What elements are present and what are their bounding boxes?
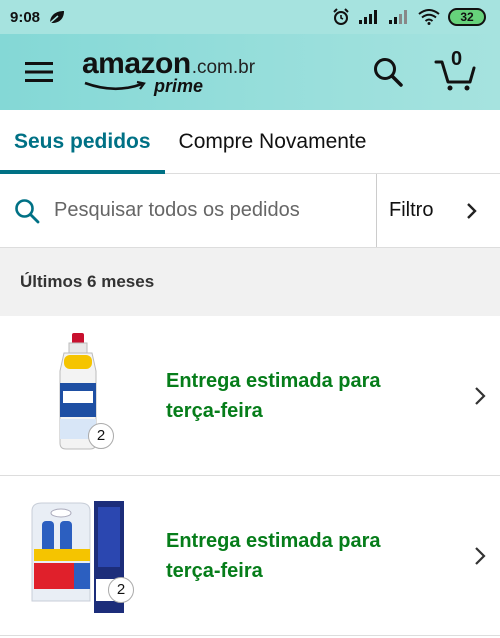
battery-level: 32 [460, 10, 474, 24]
order-status-line: Entrega estimada para [166, 529, 381, 552]
search-button[interactable] [372, 56, 404, 88]
search-icon [374, 58, 403, 87]
signal-icon [389, 10, 407, 24]
order-status: Entrega estimada para terça-feira [160, 366, 460, 426]
logo-prime: prime [154, 76, 204, 96]
tab-label: Compre Novamente [178, 129, 367, 153]
logo-domain: .com.br [191, 57, 256, 78]
section-header: Últimos 6 meses [0, 248, 500, 316]
status-time: 9:08 [10, 8, 41, 26]
search-input[interactable] [52, 198, 356, 223]
orders-tabs: Seus pedidos Compre Novamente [0, 110, 500, 174]
cart-button[interactable]: 0 [434, 48, 478, 92]
filter-button[interactable]: Filtro [376, 174, 500, 247]
logo-word: amazon [82, 47, 191, 80]
status-bar: 9:08 32 [0, 0, 500, 34]
product-image-art [31, 500, 124, 613]
order-status-line: terça-feira [166, 559, 263, 582]
wifi-icon [418, 9, 440, 25]
section-title: Últimos 6 meses [20, 272, 155, 291]
tab-seus-pedidos[interactable]: Seus pedidos [0, 110, 165, 174]
menu-button[interactable] [22, 55, 56, 89]
chevron-right-icon [475, 546, 486, 565]
order-chevron [460, 386, 500, 406]
search-icon [15, 198, 40, 223]
quantity-badge: 2 [88, 422, 114, 449]
cart-count: 0 [451, 48, 463, 70]
search-box[interactable] [0, 174, 376, 247]
header-actions: 0 [372, 48, 478, 92]
order-status-line: Entrega estimada para [166, 369, 381, 392]
quantity-badge: 2 [108, 576, 134, 603]
logo-sub: prime [82, 77, 255, 95]
status-bar-left: 9:08 [10, 9, 66, 26]
status-bar-right: 32 [332, 8, 486, 26]
amazon-prime-logo[interactable]: amazon .com.br prime [82, 49, 255, 96]
order-chevron [460, 546, 500, 566]
alarm-icon [333, 8, 349, 25]
app-header: amazon .com.br prime 0 [0, 34, 500, 110]
order-item[interactable]: 2 Entrega estimada para terça-feira [0, 316, 500, 476]
veja-kit-image: 2 [20, 491, 160, 621]
search-row: Filtro [0, 174, 500, 248]
leaf-icon [49, 11, 65, 24]
smile-arrow-icon [84, 80, 146, 91]
veja-bottle-image: 2 [20, 331, 160, 461]
battery-icon: 32 [448, 8, 486, 26]
signal-icon [359, 10, 377, 24]
chevron-right-icon [475, 386, 486, 405]
order-status-line: terça-feira [166, 399, 263, 422]
tab-label: Seus pedidos [14, 129, 151, 153]
tab-compre-novamente[interactable]: Compre Novamente [165, 110, 381, 173]
logo-main: amazon .com.br [82, 49, 255, 79]
filter-label: Filtro [389, 199, 434, 221]
chevron-right-icon [467, 202, 477, 219]
order-status: Entrega estimada para terça-feira [160, 526, 460, 586]
order-item[interactable]: 2 Entrega estimada para terça-feira [0, 476, 500, 636]
menu-icon [25, 62, 53, 82]
